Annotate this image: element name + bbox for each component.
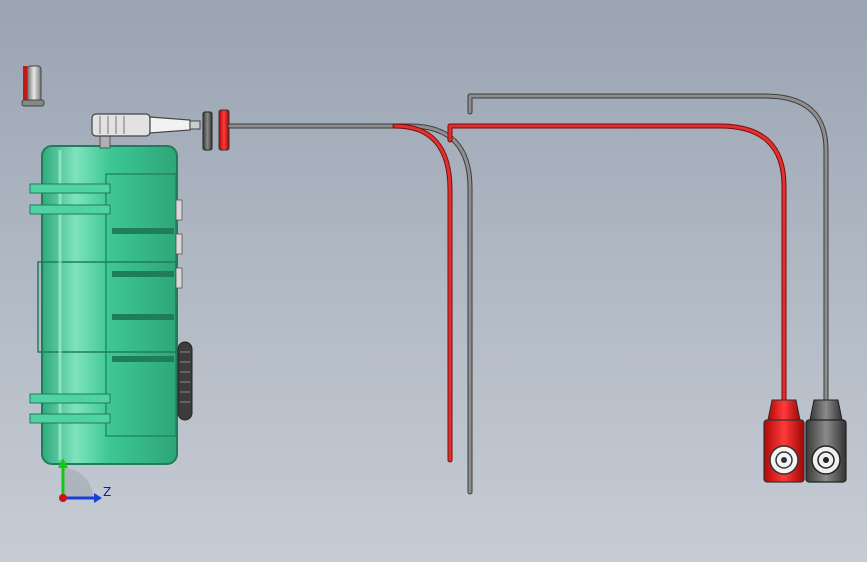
wire-harness[interactable] [227,93,829,495]
plug-connector[interactable] [91,113,201,137]
clip-gray[interactable] [805,399,847,483]
connector-housing[interactable] [29,133,193,465]
clip-red[interactable] [763,399,805,483]
knob-icon [177,341,193,421]
pin-part-icon[interactable] [21,65,45,107]
terminal-gray[interactable] [202,111,213,151]
model-scene[interactable] [0,0,867,562]
triad-z-label: Z [103,485,112,499]
cad-viewport[interactable]: Z [0,0,867,562]
terminal-red[interactable] [218,109,230,151]
